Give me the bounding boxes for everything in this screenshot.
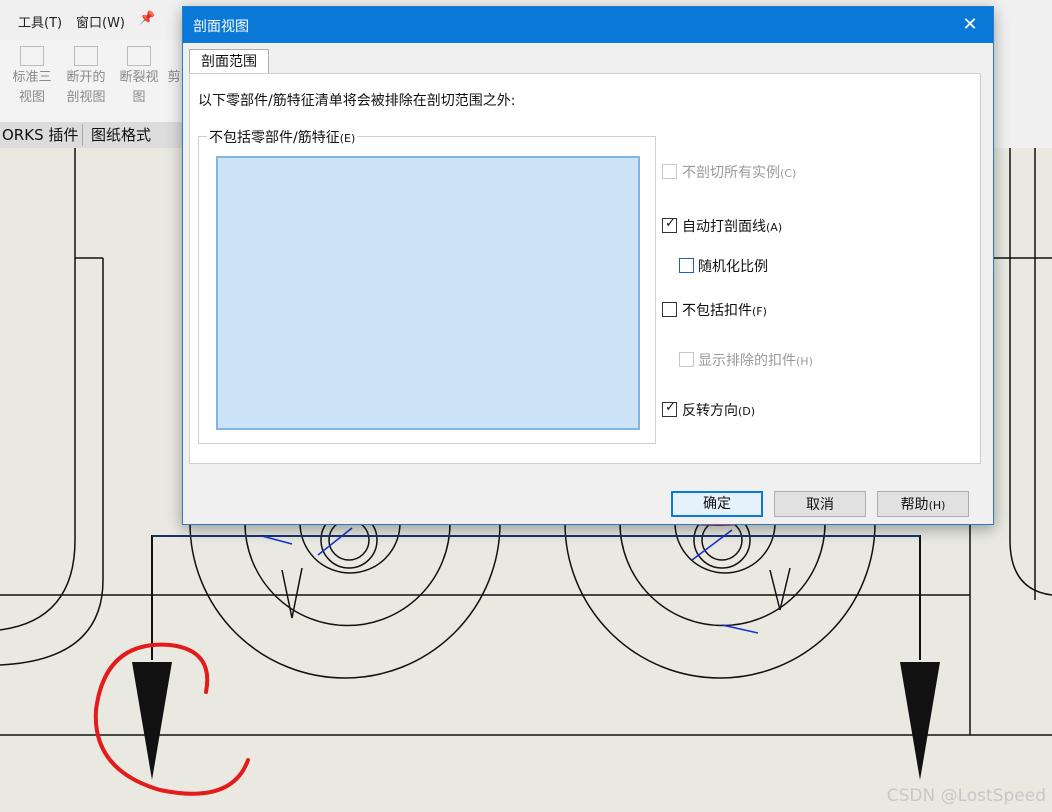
ok-button[interactable]: 确定 [671, 491, 763, 517]
standard-three-view-button[interactable]: 标准三 视图 [6, 44, 58, 114]
break-view-button[interactable]: 断裂视 图 [113, 44, 165, 114]
help-button[interactable]: 帮助(H) [877, 491, 969, 517]
standard-view-icon [20, 46, 44, 66]
tab-section-scope[interactable]: 剖面范围 [189, 49, 269, 74]
crop-view-button[interactable]: 剪 [166, 44, 182, 114]
dialog-titlebar[interactable]: 剖面视图 ✕ [183, 7, 993, 43]
tab-sheet-format[interactable]: 图纸格式 [82, 124, 159, 146]
groupbox-label: 不包括零部件/筋特征(E) [207, 127, 358, 147]
auto-hatch-label: 自动打剖面线(A) [682, 219, 783, 235]
dont-cut-all-instances-checkbox[interactable] [662, 164, 677, 179]
auto-hatch-checkbox[interactable]: ✓ [662, 216, 677, 233]
break-view-icon [127, 46, 151, 66]
exclude-list[interactable] [216, 156, 640, 430]
pin-icon[interactable]: 📌 [139, 11, 155, 26]
flip-direction-label: 反转方向(D) [682, 403, 756, 419]
checkmark-icon: ✓ [665, 216, 676, 231]
show-excluded-fasteners-checkbox[interactable] [679, 352, 694, 367]
randomize-scale-label: 随机化比例 [698, 259, 768, 275]
tab-solidworks-addins[interactable]: ORKS 插件 [0, 124, 86, 146]
tab-panel: 以下零部件/筋特征清单将会被排除在剖切范围之外: 不包括零部件/筋特征(E) 不… [189, 73, 981, 464]
description-text: 以下零部件/筋特征清单将会被排除在剖切范围之外: [198, 93, 516, 109]
dialog-title: 剖面视图 [193, 19, 249, 35]
watermark: CSDN @LostSpeed [886, 786, 1046, 806]
exclude-groupbox: 不包括零部件/筋特征(E) [198, 127, 656, 444]
exclude-fasteners-label: 不包括扣件(F) [682, 303, 767, 319]
command-tabs: ORKS 插件 图纸格式 [0, 122, 182, 148]
host-toolbar: 标准三 视图 断开的 剖视图 断裂视 图 剪 [0, 40, 182, 123]
dont-cut-all-instances-label: 不剖切所有实例(C) [682, 165, 797, 181]
host-right-panel [993, 40, 1052, 148]
menu-window[interactable]: 窗口(W) [76, 12, 125, 31]
broken-out-section-button[interactable]: 断开的 剖视图 [60, 44, 112, 114]
flip-direction-checkbox[interactable]: ✓ [662, 400, 677, 417]
section-view-dialog: 剖面视图 ✕ 剖面范围 以下零部件/筋特征清单将会被排除在剖切范围之外: 不包括… [182, 6, 994, 525]
show-excluded-fasteners-label: 显示排除的扣件(H) [698, 353, 813, 369]
close-icon[interactable]: ✕ [947, 7, 993, 43]
randomize-scale-checkbox[interactable] [679, 258, 694, 273]
cancel-button[interactable]: 取消 [774, 491, 866, 517]
exclude-fasteners-checkbox[interactable] [662, 302, 677, 317]
menu-tools[interactable]: 工具(T) [18, 12, 62, 31]
checkmark-icon: ✓ [665, 400, 676, 415]
broken-section-icon [74, 46, 98, 66]
